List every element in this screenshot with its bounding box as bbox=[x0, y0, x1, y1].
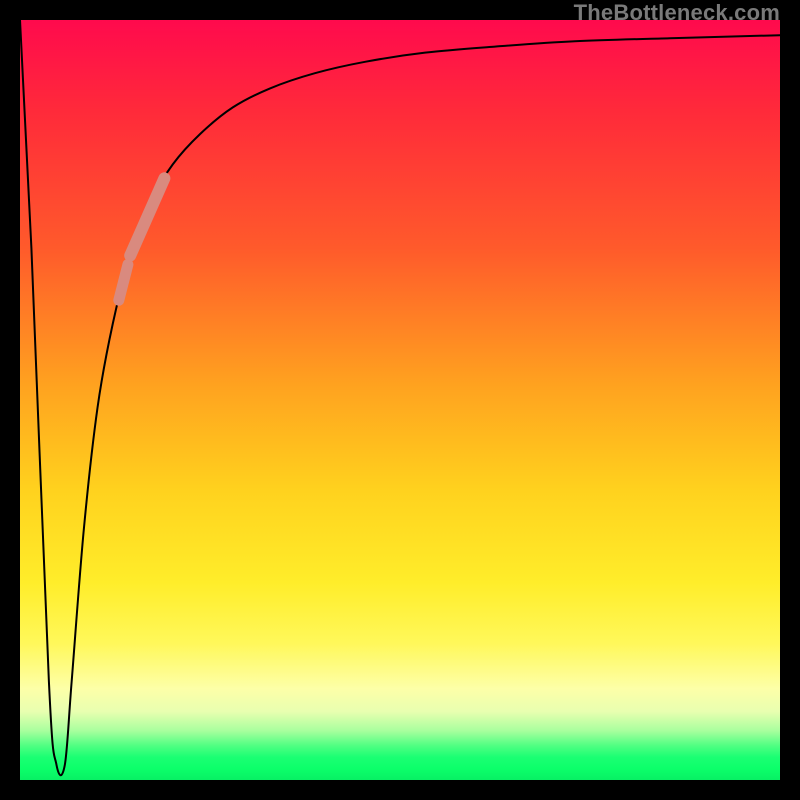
bottleneck-curve bbox=[20, 20, 780, 775]
chart-stage: TheBottleneck.com bbox=[0, 0, 800, 800]
highlight-marker-short-icon bbox=[119, 265, 128, 301]
highlight-marker-long-icon bbox=[130, 178, 164, 255]
plot-area bbox=[20, 20, 780, 780]
curve-layer bbox=[20, 20, 780, 780]
watermark-text: TheBottleneck.com bbox=[574, 0, 780, 26]
